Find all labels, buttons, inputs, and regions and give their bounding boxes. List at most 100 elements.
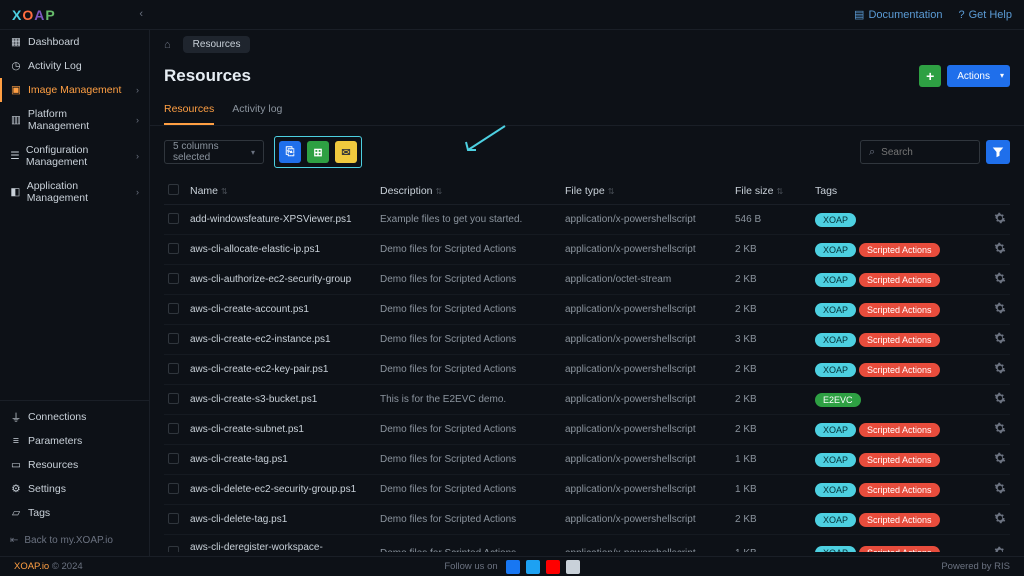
tag-xoap[interactable]: XOAP bbox=[815, 513, 856, 527]
row-checkbox[interactable] bbox=[168, 483, 179, 494]
actions-dropdown[interactable]: Actions bbox=[947, 65, 1010, 87]
table-row[interactable]: aws-cli-create-ec2-key-pair.ps1 Demo fil… bbox=[164, 355, 1010, 385]
export-copy-button[interactable]: ⎘ bbox=[279, 141, 301, 163]
row-checkbox[interactable] bbox=[168, 213, 179, 224]
sidebar-item-parameters[interactable]: ≡Parameters bbox=[0, 429, 149, 453]
home-icon[interactable]: ⌂ bbox=[164, 39, 171, 51]
tag-xoap[interactable]: XOAP bbox=[815, 303, 856, 317]
row-checkbox[interactable] bbox=[168, 423, 179, 434]
tag-scripted[interactable]: Scripted Actions bbox=[859, 273, 940, 287]
table-row[interactable]: aws-cli-delete-tag.ps1 Demo files for Sc… bbox=[164, 505, 1010, 535]
row-settings-button[interactable] bbox=[986, 445, 1010, 475]
tab-resources[interactable]: Resources bbox=[164, 95, 214, 125]
table-row[interactable]: aws-cli-authorize-ec2-security-group Dem… bbox=[164, 265, 1010, 295]
row-settings-button[interactable] bbox=[986, 385, 1010, 415]
github-icon[interactable] bbox=[566, 560, 580, 574]
row-settings-button[interactable] bbox=[986, 295, 1010, 325]
table-row[interactable]: aws-cli-deregister-workspace-directory.p… bbox=[164, 535, 1010, 553]
tag-xoap[interactable]: XOAP bbox=[815, 273, 856, 287]
sidebar-item-resources[interactable]: ▭Resources bbox=[0, 453, 149, 477]
tag-scripted[interactable]: Scripted Actions bbox=[859, 303, 940, 317]
tag-xoap[interactable]: XOAP bbox=[815, 243, 856, 257]
column-selector[interactable]: 5 columns selected bbox=[164, 140, 264, 164]
row-settings-button[interactable] bbox=[986, 415, 1010, 445]
tag-scripted[interactable]: Scripted Actions bbox=[859, 513, 940, 527]
row-checkbox[interactable] bbox=[168, 273, 179, 284]
select-all-checkbox[interactable] bbox=[168, 184, 179, 195]
logo[interactable]: XOAP bbox=[12, 7, 56, 23]
row-settings-button[interactable] bbox=[986, 355, 1010, 385]
sidebar-item-settings[interactable]: ⚙Settings bbox=[0, 477, 149, 501]
tag-xoap[interactable]: XOAP bbox=[815, 213, 856, 227]
help-link[interactable]: ?Get Help bbox=[958, 9, 1012, 21]
row-checkbox[interactable] bbox=[168, 363, 179, 374]
back-link[interactable]: ⇤ Back to my.XOAP.io bbox=[0, 525, 149, 556]
col-filetype[interactable]: File type⇅ bbox=[561, 178, 731, 205]
sidebar-item-tags[interactable]: ▱Tags bbox=[0, 501, 149, 525]
row-checkbox[interactable] bbox=[168, 243, 179, 254]
row-checkbox[interactable] bbox=[168, 513, 179, 524]
tag-e2evc[interactable]: E2EVC bbox=[815, 393, 861, 407]
table-row[interactable]: aws-cli-create-account.ps1 Demo files fo… bbox=[164, 295, 1010, 325]
search-input[interactable] bbox=[881, 147, 971, 158]
row-checkbox[interactable] bbox=[168, 546, 179, 552]
tag-xoap[interactable]: XOAP bbox=[815, 453, 856, 467]
tag-xoap[interactable]: XOAP bbox=[815, 483, 856, 497]
twitter-icon[interactable] bbox=[526, 560, 540, 574]
row-settings-button[interactable] bbox=[986, 475, 1010, 505]
row-settings-button[interactable] bbox=[986, 205, 1010, 235]
row-settings-button[interactable] bbox=[986, 235, 1010, 265]
tag-scripted[interactable]: Scripted Actions bbox=[859, 546, 940, 552]
youtube-icon[interactable] bbox=[546, 560, 560, 574]
table-row[interactable]: aws-cli-create-ec2-instance.ps1 Demo fil… bbox=[164, 325, 1010, 355]
cell-name: add-windowsfeature-XPSViewer.ps1 bbox=[186, 205, 376, 235]
tag-scripted[interactable]: Scripted Actions bbox=[859, 423, 940, 437]
sidebar-item-application-management[interactable]: ◧Application Management› bbox=[0, 174, 149, 210]
sidebar-item-configuration-management[interactable]: ☰Configuration Management› bbox=[0, 138, 149, 174]
tag-xoap[interactable]: XOAP bbox=[815, 333, 856, 347]
sidebar-collapse-icon[interactable]: ‹ bbox=[139, 8, 143, 20]
add-button[interactable]: + bbox=[919, 65, 941, 87]
row-checkbox[interactable] bbox=[168, 333, 179, 344]
tag-scripted[interactable]: Scripted Actions bbox=[859, 243, 940, 257]
search-box[interactable]: ⌕ bbox=[860, 140, 980, 164]
col-name[interactable]: Name⇅ bbox=[186, 178, 376, 205]
tag-scripted[interactable]: Scripted Actions bbox=[859, 333, 940, 347]
footer-brand[interactable]: XOAP.io bbox=[14, 561, 49, 572]
tab-activity-log[interactable]: Activity log bbox=[232, 95, 282, 125]
table-row[interactable]: aws-cli-create-tag.ps1 Demo files for Sc… bbox=[164, 445, 1010, 475]
sidebar-item-image-management[interactable]: ▣Image Management› bbox=[0, 78, 149, 102]
export-excel-button[interactable]: ⊞ bbox=[307, 141, 329, 163]
documentation-link[interactable]: ▤Documentation bbox=[854, 8, 942, 21]
table-row[interactable]: add-windowsfeature-XPSViewer.ps1 Example… bbox=[164, 205, 1010, 235]
tag-xoap[interactable]: XOAP bbox=[815, 423, 856, 437]
tag-scripted[interactable]: Scripted Actions bbox=[859, 363, 940, 377]
tag-scripted[interactable]: Scripted Actions bbox=[859, 483, 940, 497]
sidebar-item-platform-management[interactable]: ▥Platform Management› bbox=[0, 102, 149, 138]
table-row[interactable]: aws-cli-allocate-elastic-ip.ps1 Demo fil… bbox=[164, 235, 1010, 265]
tag-xoap[interactable]: XOAP bbox=[815, 363, 856, 377]
export-mail-button[interactable]: ✉ bbox=[335, 141, 357, 163]
row-settings-button[interactable] bbox=[986, 505, 1010, 535]
sidebar-item-connections[interactable]: ⏚Connections bbox=[0, 405, 149, 429]
table-row[interactable]: aws-cli-delete-ec2-security-group.ps1 De… bbox=[164, 475, 1010, 505]
table-row[interactable]: aws-cli-create-s3-bucket.ps1 This is for… bbox=[164, 385, 1010, 415]
tag-xoap[interactable]: XOAP bbox=[815, 546, 856, 552]
row-settings-button[interactable] bbox=[986, 265, 1010, 295]
col-description[interactable]: Description⇅ bbox=[376, 178, 561, 205]
breadcrumb-current[interactable]: Resources bbox=[183, 36, 251, 53]
sidebar-item-dashboard[interactable]: ▦Dashboard bbox=[0, 30, 149, 54]
filter-button[interactable] bbox=[986, 140, 1010, 164]
sidebar-item-activity-log[interactable]: ◷Activity Log bbox=[0, 54, 149, 78]
table-row[interactable]: aws-cli-create-subnet.ps1 Demo files for… bbox=[164, 415, 1010, 445]
row-checkbox[interactable] bbox=[168, 393, 179, 404]
facebook-icon[interactable] bbox=[506, 560, 520, 574]
row-settings-button[interactable] bbox=[986, 325, 1010, 355]
row-checkbox[interactable] bbox=[168, 453, 179, 464]
col-filesize[interactable]: File size⇅ bbox=[731, 178, 811, 205]
tag-scripted[interactable]: Scripted Actions bbox=[859, 453, 940, 467]
row-checkbox[interactable] bbox=[168, 303, 179, 314]
cell-name: aws-cli-delete-ec2-security-group.ps1 bbox=[186, 475, 376, 505]
row-settings-button[interactable] bbox=[986, 535, 1010, 553]
app-icon: ◧ bbox=[10, 186, 21, 198]
